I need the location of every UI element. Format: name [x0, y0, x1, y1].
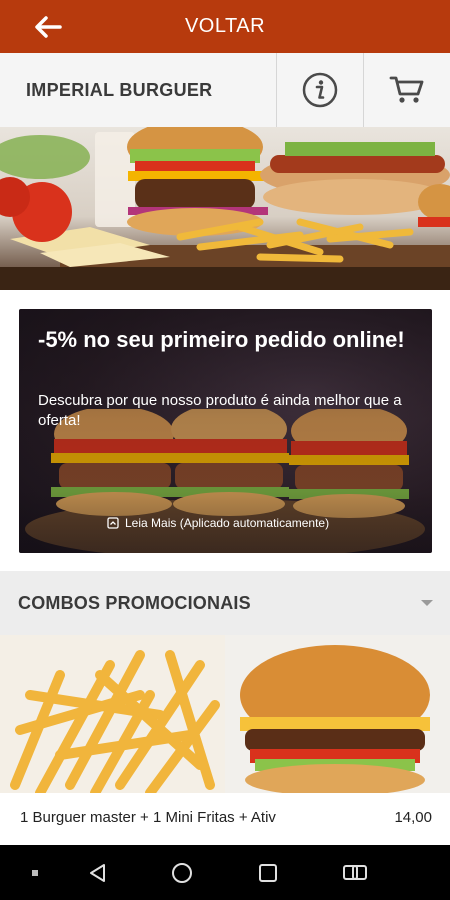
cart-icon [389, 76, 423, 103]
circle-home-icon [172, 862, 192, 883]
top-bar: VOLTAR [0, 0, 450, 53]
info-button[interactable] [276, 53, 363, 127]
cart-button[interactable] [363, 53, 450, 127]
top-bar-title[interactable]: VOLTAR [185, 15, 265, 38]
app-screen: VOLTAR IMPERIAL BURGUER -5% no seu prime… [0, 0, 450, 900]
product-name: 1 Burguer master + 1 Mini Fritas + Ativ [20, 809, 276, 826]
switch-apps-icon [343, 864, 367, 880]
store-name: IMPERIAL BURGUER [26, 80, 213, 100]
category-title: COMBOS PROMOCIONAIS [18, 593, 251, 613]
square-recents-icon [259, 863, 277, 882]
expand-icon [107, 517, 119, 529]
product-image[interactable] [0, 635, 450, 793]
nav-back-button[interactable] [78, 845, 118, 900]
product-illustration [0, 635, 450, 793]
dot-icon [32, 869, 38, 876]
product-item[interactable]: 1 Burguer master + 1 Mini Fritas + Ativ … [0, 793, 450, 845]
back-button[interactable] [30, 12, 66, 42]
triangle-back-icon [90, 863, 105, 882]
nav-dot-button[interactable] [20, 845, 50, 900]
chevron-down-icon [421, 600, 433, 606]
store-hero-image [0, 127, 450, 290]
store-header: IMPERIAL BURGUER [0, 53, 450, 127]
promo-title: -5% no seu primeiro pedido online! [38, 327, 405, 352]
nav-home-button[interactable] [162, 845, 202, 900]
product-price: 14,00 [394, 809, 432, 826]
nav-switch-button[interactable] [333, 845, 377, 900]
nav-recents-button[interactable] [248, 845, 288, 900]
hero-illustration [0, 127, 450, 290]
promo-read-more[interactable]: Leia Mais (Aplicado automaticamente) [107, 516, 329, 530]
category-header[interactable]: COMBOS PROMOCIONAIS [0, 571, 450, 635]
info-icon [302, 72, 337, 108]
arrow-left-icon [35, 16, 62, 38]
system-nav-bar [0, 845, 450, 900]
promo-read-more-label: Leia Mais (Aplicado automaticamente) [125, 516, 330, 530]
promo-banner[interactable]: -5% no seu primeiro pedido online! Descu… [19, 309, 432, 553]
promo-description: Descubra por que nosso produto é ainda m… [38, 392, 402, 429]
